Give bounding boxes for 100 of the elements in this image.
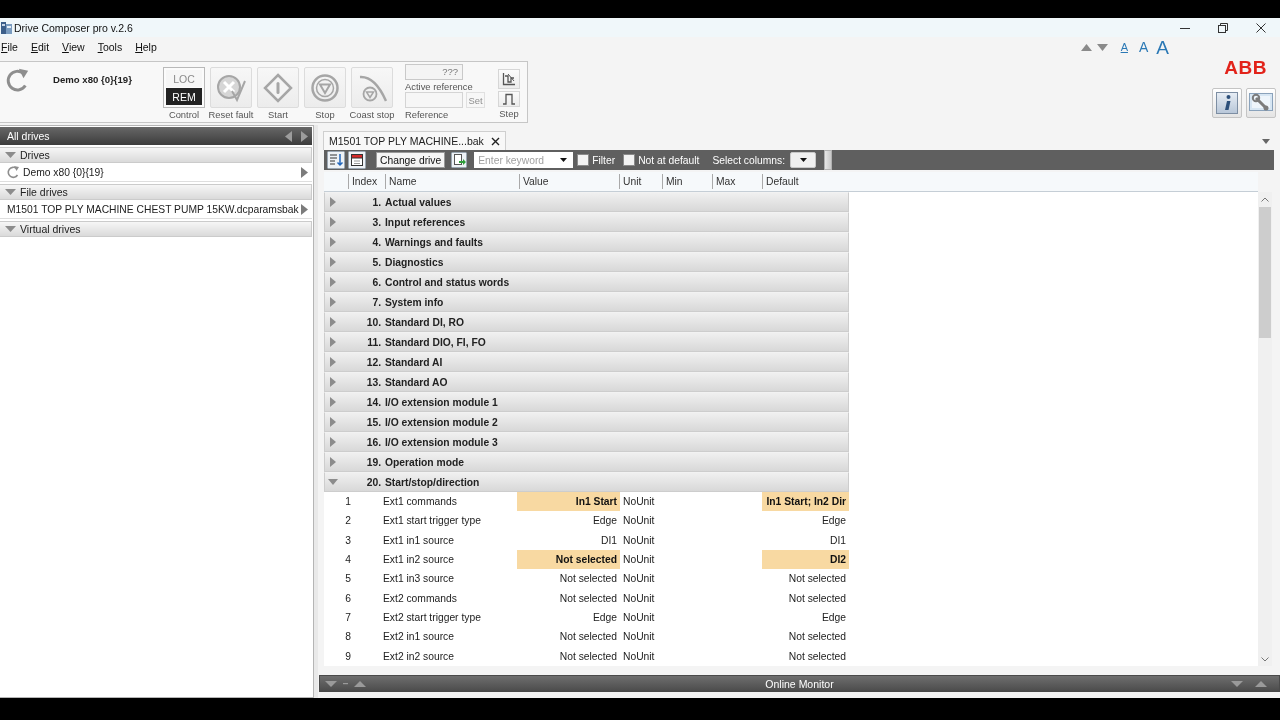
table-cell-text: 3 <box>344 533 352 548</box>
parameter-group-row[interactable]: 13. Standard AO <box>324 372 849 392</box>
column-header[interactable]: Value <box>519 174 619 189</box>
chevron-down-icon[interactable] <box>1261 656 1269 662</box>
parameter-group-row[interactable]: 1. Actual values <box>324 192 849 212</box>
caret-right-icon[interactable] <box>329 337 336 347</box>
change-drive-button[interactable]: Change drive <box>376 152 446 168</box>
close-icon[interactable] <box>490 136 500 146</box>
font-size-button[interactable]: A <box>1138 40 1149 54</box>
menu-item[interactable]: Tools <box>97 41 123 53</box>
reference-input[interactable] <box>405 92 463 108</box>
group-title: I/O extension module 1 <box>384 396 499 408</box>
scrollbar[interactable] <box>1258 192 1272 666</box>
caret-right-icon[interactable] <box>329 277 336 287</box>
parameter-group-row[interactable]: 19. Operation mode <box>324 452 849 472</box>
parameter-group-row[interactable]: 10. Standard DI, RO <box>324 312 849 332</box>
chevron-up-icon[interactable] <box>1261 196 1269 202</box>
toolbar-group-label: Reference <box>405 109 450 121</box>
table-cell-text: NoUnit <box>622 495 656 510</box>
section-header[interactable]: File drives <box>0 184 312 200</box>
caret-right-icon[interactable] <box>329 417 336 427</box>
document-tab[interactable]: M1501 TOP PLY MACHINE...bak <box>323 131 506 150</box>
checkbox-label[interactable]: Not at default <box>638 154 700 166</box>
caret-right-icon[interactable] <box>329 457 336 467</box>
caret-right-icon[interactable] <box>329 397 336 407</box>
section-header[interactable]: Drives <box>0 147 312 163</box>
caret-right-icon[interactable] <box>329 257 336 267</box>
close-icon[interactable] <box>1256 22 1266 33</box>
parameter-group-row[interactable]: 4. Warnings and faults <box>324 232 849 252</box>
caret-right-icon[interactable] <box>329 377 336 387</box>
triangle-right-icon[interactable] <box>301 130 308 142</box>
triangle-right-icon[interactable] <box>301 166 308 178</box>
restore-icon[interactable] <box>1218 22 1228 33</box>
triangle-down-icon[interactable] <box>1096 43 1108 51</box>
parameter-group-row[interactable]: 6. Control and status words <box>324 272 849 292</box>
triangle-up-icon[interactable] <box>1080 43 1092 51</box>
group-number: 15. <box>365 416 381 428</box>
group-title: Standard AO <box>384 376 449 388</box>
export-icon[interactable] <box>451 152 468 168</box>
step-wave-icon[interactable] <box>502 93 516 105</box>
parameter-group-row[interactable]: 20. Start/stop/direction <box>324 472 849 492</box>
menu-item[interactable]: View <box>62 41 85 53</box>
table-cell-text: 9 <box>344 649 352 664</box>
scrollbar-thumb[interactable] <box>1259 207 1271 338</box>
parameter-group-row[interactable]: 3. Input references <box>324 212 849 232</box>
table-cell-text: Ext2 commands <box>382 591 458 606</box>
caret-down-icon[interactable] <box>560 158 568 162</box>
step-button[interactable] <box>498 91 520 107</box>
caret-right-icon[interactable] <box>329 357 336 367</box>
table-cell: Not selected <box>517 549 620 570</box>
caret-right-icon[interactable] <box>329 317 336 327</box>
triangle-up-icon[interactable] <box>1255 680 1267 687</box>
caret-right-icon[interactable] <box>329 217 336 227</box>
triangle-down-icon[interactable] <box>1231 680 1243 687</box>
parameter-group-row[interactable]: 7. System info <box>324 292 849 312</box>
control-mode-button[interactable]: REM <box>166 88 202 105</box>
refresh-icon[interactable] <box>4 67 30 93</box>
triangle-left-icon[interactable] <box>285 130 292 142</box>
caret-right-icon[interactable] <box>329 297 336 307</box>
caret-down-icon[interactable] <box>799 158 807 162</box>
calendar-icon[interactable] <box>348 151 366 169</box>
grip-handle[interactable] <box>824 150 833 170</box>
column-header[interactable]: Min <box>662 174 712 189</box>
table-cell-text: Not selected <box>558 630 618 645</box>
checkbox-label[interactable]: Filter <box>592 154 616 166</box>
parameter-group-row[interactable]: 11. Standard DIO, FI, FO <box>324 332 849 352</box>
column-header[interactable]: Unit <box>619 174 662 189</box>
toolbar-label: Select columns: <box>712 154 786 166</box>
drive-list-item[interactable]: Demo x80 {0}{19} <box>0 163 312 182</box>
section-header[interactable]: Virtual drives <box>0 221 312 237</box>
table-cell: In1 Start <box>517 492 620 512</box>
columns-dropdown[interactable] <box>790 152 817 168</box>
group-title: Control and status words <box>384 276 511 288</box>
triangle-right-icon[interactable] <box>301 203 308 215</box>
checkbox[interactable] <box>623 154 636 166</box>
caret-right-icon[interactable] <box>329 237 336 247</box>
checkbox[interactable] <box>577 154 590 166</box>
parameter-group-row[interactable]: 5. Diagnostics <box>324 252 849 272</box>
menu-item[interactable]: Edit <box>30 41 50 53</box>
triangle-up-icon[interactable] <box>354 680 366 687</box>
parameter-group-row[interactable]: 12. Standard AI <box>324 352 849 372</box>
font-size-button[interactable]: A <box>1156 37 1169 57</box>
refresh-icon[interactable] <box>6 165 20 179</box>
menu-item[interactable]: Help <box>135 41 157 53</box>
parameter-group-row[interactable]: 15. I/O extension module 2 <box>324 412 849 432</box>
triangle-down-icon[interactable] <box>325 680 337 687</box>
column-header[interactable]: Name <box>385 174 519 189</box>
column-header[interactable]: Index <box>348 174 385 189</box>
caret-right-icon[interactable] <box>329 197 336 207</box>
font-size-button[interactable]: A <box>1120 41 1128 53</box>
keyword-combobox[interactable]: Enter keyword <box>474 152 574 168</box>
column-header[interactable]: Max <box>712 174 762 189</box>
column-header[interactable]: Default <box>762 174 850 189</box>
table-cell: DI2 <box>762 549 849 570</box>
caret-right-icon[interactable] <box>329 437 336 447</box>
parameter-group-row[interactable]: 16. I/O extension module 3 <box>324 432 849 452</box>
dash-icon[interactable] <box>343 682 348 685</box>
table-cell-text: Not selected <box>787 649 847 664</box>
menu-item[interactable]: File <box>1 41 18 53</box>
parameter-group-row[interactable]: 14. I/O extension module 1 <box>324 392 849 412</box>
